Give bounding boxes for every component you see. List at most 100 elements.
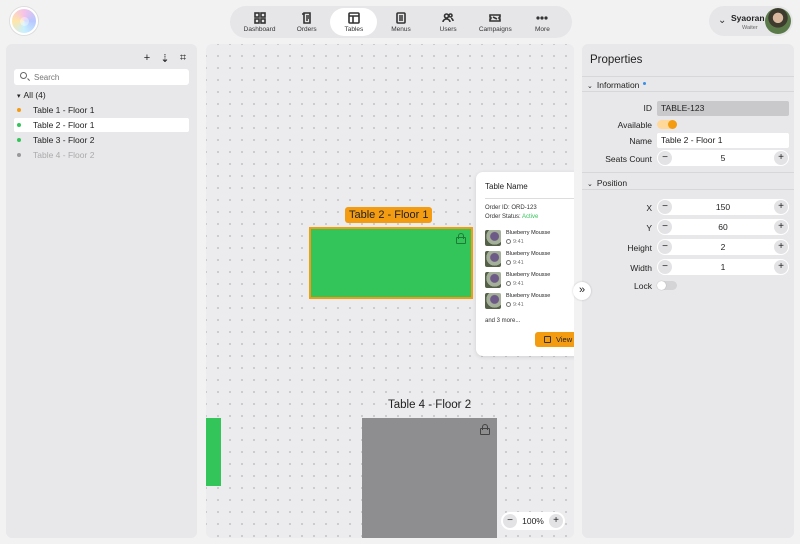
- orders-icon: [301, 11, 311, 24]
- table-label: Table 2 - Floor 1: [345, 207, 433, 223]
- user-name: Syaoran: [731, 13, 765, 23]
- increment-button[interactable]: +: [774, 260, 788, 274]
- toggle-knob: [657, 281, 666, 290]
- users-icon: [442, 12, 454, 22]
- tree-group-all[interactable]: ▾ All (4): [17, 90, 46, 100]
- list-item[interactable]: Table 2 - Floor 1: [14, 118, 189, 132]
- increment-button[interactable]: +: [774, 220, 788, 234]
- list-item[interactable]: Table 4 - Floor 2: [14, 148, 189, 162]
- decrement-button[interactable]: −: [658, 260, 672, 274]
- nav-more[interactable]: More: [519, 8, 566, 36]
- app-logo[interactable]: [10, 7, 38, 35]
- list-item-label: Table 1 - Floor 1: [33, 105, 95, 115]
- item-time: 9:41: [506, 260, 524, 266]
- section-information[interactable]: ⌄ Information: [587, 80, 647, 90]
- stepper-value[interactable]: 2: [673, 239, 773, 255]
- search-box: [14, 69, 189, 85]
- nav-users[interactable]: Users: [425, 8, 472, 36]
- height-label: Height: [627, 243, 652, 253]
- menus-icon: [396, 11, 406, 24]
- nav-orders[interactable]: Orders: [283, 8, 330, 36]
- divider: [582, 172, 794, 173]
- list-item: Blueberry Mousse 9:41: [485, 271, 574, 289]
- info-dot: [643, 82, 647, 85]
- order-status: Order Status: Active: [485, 214, 538, 220]
- item-name: Blueberry Mousse: [506, 251, 551, 257]
- available-label: Available: [617, 120, 652, 130]
- focus-icon[interactable]: ⌗: [177, 52, 189, 64]
- id-label: ID: [643, 103, 653, 113]
- search-input[interactable]: [34, 71, 184, 83]
- decrement-button[interactable]: −: [658, 200, 672, 214]
- zoom-in-button[interactable]: +: [549, 514, 563, 528]
- section-position[interactable]: ⌄ Position: [587, 178, 627, 188]
- stepper-value[interactable]: 1: [673, 259, 773, 275]
- tables-icon: [348, 11, 360, 24]
- chevron-down-icon: ⌄: [587, 83, 593, 90]
- item-time-value: 9:41: [513, 281, 524, 287]
- list-item-label: Table 4 - Floor 2: [33, 150, 95, 160]
- divider: [582, 91, 794, 92]
- decrement-button[interactable]: −: [658, 240, 672, 254]
- increment-button[interactable]: +: [774, 200, 788, 214]
- item-name: Blueberry Mousse: [506, 272, 551, 278]
- stepper-value[interactable]: 60: [673, 219, 773, 235]
- name-label: Name: [629, 136, 652, 146]
- avatar: [765, 8, 791, 34]
- nav-tables[interactable]: Tables: [330, 8, 378, 36]
- lock-toggle[interactable]: [657, 281, 677, 290]
- section-label: Position: [596, 178, 628, 188]
- table-4-shape[interactable]: [362, 418, 497, 538]
- nav-label: Menus: [391, 25, 411, 33]
- stepper-value[interactable]: 150: [673, 199, 773, 215]
- increment-button[interactable]: +: [774, 151, 788, 165]
- item-time-value: 9:41: [513, 239, 524, 245]
- increment-button[interactable]: +: [774, 240, 788, 254]
- order-status-prefix: Order Status:: [485, 214, 523, 220]
- item-name: Blueberry Mousse: [506, 293, 551, 299]
- table-2-shape[interactable]: [309, 227, 473, 299]
- divider: [582, 189, 794, 190]
- y-label: Y: [646, 223, 652, 233]
- nav-menus[interactable]: Menus: [377, 8, 424, 36]
- chevron-down-icon: ▾: [17, 93, 21, 100]
- properties-panel: Properties ⌄ Information ID TABLE-123 Ava…: [582, 44, 794, 538]
- status-badge: Active: [522, 214, 539, 220]
- panel-title: Properties: [590, 54, 643, 66]
- section-label: Information: [596, 80, 640, 90]
- table-label: Table 4 - Floor 2: [388, 399, 472, 411]
- food-thumbnail: [485, 272, 501, 288]
- decrement-button[interactable]: −: [658, 220, 672, 234]
- toggle-knob: [668, 120, 677, 129]
- lock-body: [480, 428, 490, 435]
- dashboard-icon: [253, 11, 266, 24]
- stepper-value[interactable]: 5: [673, 150, 773, 166]
- view-order-button[interactable]: View: [535, 332, 574, 347]
- campaigns-icon: [489, 13, 502, 22]
- unlock-icon[interactable]: [456, 233, 466, 244]
- floor-canvas[interactable]: Table 2 - Floor 1 Table 4 - Floor 2 Tabl…: [206, 44, 574, 538]
- table-list-panel: + ⇣ ⌗ ▾All (4) Table 1 - Floor 1 Table 2…: [6, 44, 197, 538]
- nav-campaigns[interactable]: Campaigns: [472, 8, 519, 36]
- table-shape[interactable]: [206, 418, 221, 486]
- list-item[interactable]: Table 3 - Floor 2: [14, 133, 189, 147]
- list-item[interactable]: Table 1 - Floor 1: [14, 103, 189, 117]
- user-role: Waiter: [742, 25, 758, 31]
- chevron-down-icon: ⌄: [587, 181, 593, 188]
- user-menu[interactable]: ⌄ Syaoran Waiter: [709, 6, 793, 36]
- width-stepper: − 1 +: [657, 259, 789, 275]
- decrement-button[interactable]: −: [658, 151, 672, 165]
- expand-panel-button[interactable]: »: [573, 282, 591, 300]
- sort-icon[interactable]: ⇣: [159, 52, 171, 65]
- chevron-down-icon: ⌄: [718, 15, 727, 26]
- zoom-out-button[interactable]: −: [503, 514, 517, 528]
- item-time: 9:41: [506, 281, 524, 287]
- nav-dashboard[interactable]: Dashboard: [236, 8, 283, 36]
- main-nav: Dashboard Orders Tables Menus Users Camp…: [230, 6, 572, 38]
- top-bar: Dashboard Orders Tables Menus Users Camp…: [0, 0, 800, 42]
- available-toggle[interactable]: [657, 120, 677, 129]
- y-stepper: − 60 +: [657, 219, 789, 235]
- add-icon[interactable]: +: [141, 52, 153, 64]
- lock-icon[interactable]: [480, 424, 490, 435]
- name-field[interactable]: Table 2 - Floor 1: [657, 133, 789, 148]
